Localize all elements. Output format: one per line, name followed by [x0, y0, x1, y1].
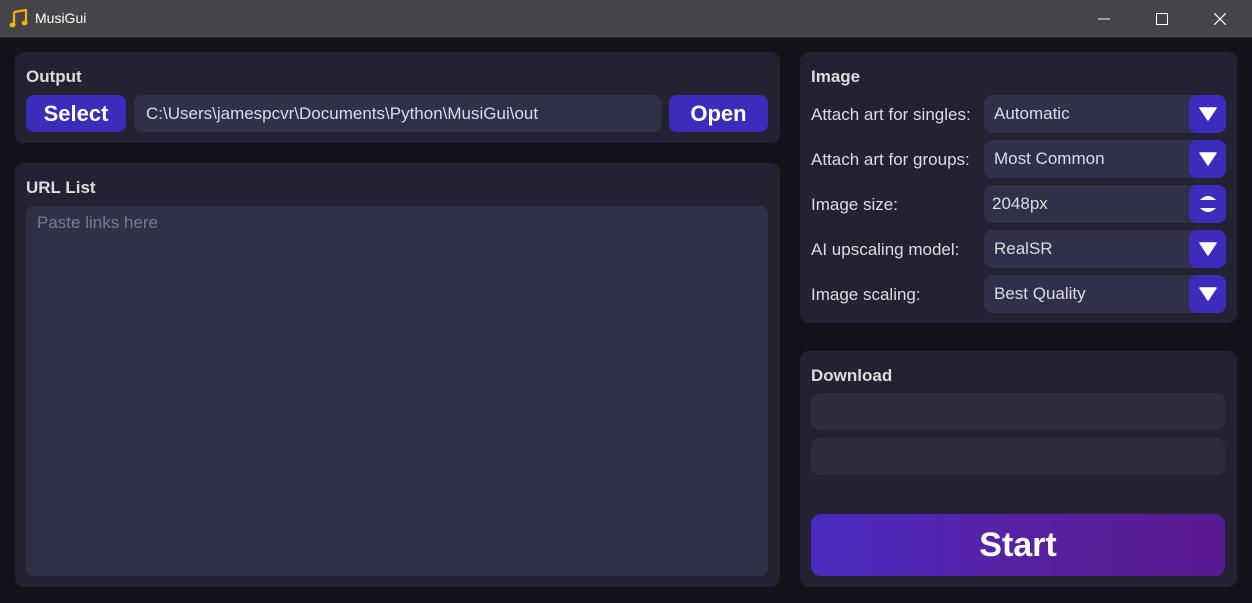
url-list-panel: URL List Paste links here	[15, 163, 780, 587]
close-button[interactable]	[1191, 0, 1249, 38]
spinner-buttons[interactable]	[1189, 185, 1226, 223]
spinner-arrows-icon	[1199, 196, 1216, 212]
download-title: Download	[811, 366, 893, 385]
triangle-down-icon	[1198, 242, 1217, 256]
singles-art-dropdown[interactable]: Automatic	[984, 95, 1226, 133]
image-scaling-value: Best Quality	[994, 284, 1086, 303]
triangle-down-icon	[1198, 287, 1217, 301]
minimize-icon	[1098, 18, 1110, 20]
image-size-value: 2048px	[992, 194, 1048, 213]
upscaling-model-label: AI upscaling model:	[811, 240, 960, 259]
dropdown-arrow[interactable]	[1189, 95, 1226, 133]
dropdown-arrow[interactable]	[1189, 230, 1226, 268]
select-folder-button[interactable]: Select	[26, 95, 126, 132]
image-scaling-label: Image scaling:	[811, 285, 921, 304]
dropdown-arrow[interactable]	[1189, 275, 1226, 313]
dropdown-arrow[interactable]	[1189, 140, 1226, 178]
upscaling-model-dropdown[interactable]: RealSR	[984, 230, 1226, 268]
window-title: MusiGui	[35, 10, 87, 26]
triangle-down-icon	[1198, 152, 1217, 166]
open-folder-button[interactable]: Open	[669, 95, 768, 132]
groups-art-dropdown[interactable]: Most Common	[984, 140, 1226, 178]
image-title: Image	[811, 67, 861, 86]
output-title: Output	[26, 67, 82, 86]
image-size-spinner[interactable]: 2048px	[984, 185, 1226, 223]
title-bar: MusiGui	[0, 0, 1252, 38]
url-list-placeholder: Paste links here	[37, 213, 158, 232]
maximize-icon	[1156, 13, 1168, 25]
download-panel: Download Start	[800, 351, 1237, 587]
url-list-title: URL List	[26, 178, 96, 197]
image-size-label: Image size:	[811, 195, 898, 214]
groups-art-label: Attach art for groups:	[811, 150, 970, 169]
output-path-field[interactable]: C:\Users\jamespcvr\Documents\Python\Musi…	[134, 95, 661, 132]
progress-bar-overall	[811, 393, 1225, 430]
triangle-down-icon	[1198, 107, 1217, 121]
upscaling-model-value: RealSR	[994, 239, 1053, 258]
singles-art-value: Automatic	[994, 104, 1070, 123]
maximize-button[interactable]	[1133, 0, 1191, 38]
close-icon	[1214, 13, 1226, 25]
minimize-button[interactable]	[1075, 0, 1133, 38]
image-panel: Image Attach art for singles: Automatic …	[800, 52, 1237, 323]
music-note-icon	[9, 9, 28, 28]
progress-bar-current	[811, 438, 1225, 475]
singles-art-label: Attach art for singles:	[811, 105, 971, 124]
start-button[interactable]: Start	[811, 514, 1225, 576]
image-scaling-dropdown[interactable]: Best Quality	[984, 275, 1226, 313]
groups-art-value: Most Common	[994, 149, 1105, 168]
output-panel: Output Select C:\Users\jamespcvr\Documen…	[15, 52, 780, 143]
url-list-input[interactable]: Paste links here	[26, 206, 768, 576]
